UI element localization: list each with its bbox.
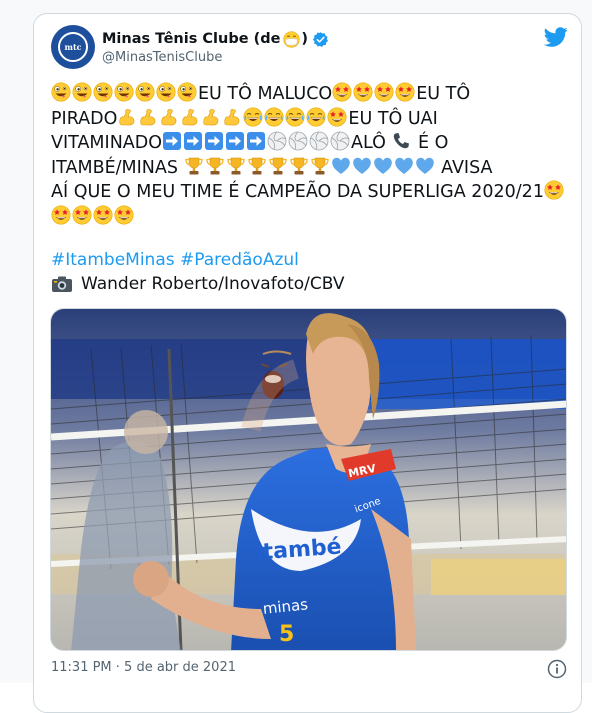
right-arrow-emoji-icon [204,131,224,151]
avatar[interactable]: mtc [51,25,95,69]
trophy-emoji-icon [268,156,288,176]
tweet-text-segment: ALÔ [351,133,386,153]
flexed-biceps-emoji-icon [138,107,158,127]
right-arrow-emoji-icon [162,131,182,151]
camera-icon [52,276,72,292]
joy-emoji-icon [306,107,326,127]
volleyball-player-photo: itambé minas 5 MRV icone [51,309,566,650]
tweet-text: EU TÔ MALUCO EU TÔ PIRADO EU TÔ UAI VITAMI… [51,82,566,229]
star-struck-emoji-icon [544,180,564,200]
zany-face-emoji-icon [93,82,113,102]
trophy-emoji-icon [226,156,246,176]
volleyball-emoji-icon [288,131,308,151]
volleyball-emoji-icon [309,131,329,151]
joy-emoji-icon [285,107,305,127]
tweet-text-segment: EU TÔ UAI [348,108,438,129]
blue-heart-emoji-icon [331,156,351,176]
star-struck-emoji-icon [72,205,92,225]
trophy-emoji-icon [289,156,309,176]
right-arrow-emoji-icon [246,131,266,151]
star-struck-emoji-icon [374,82,394,102]
flexed-biceps-emoji-icon [180,107,200,127]
star-struck-emoji-icon [332,82,352,102]
author-display-name[interactable]: Minas Tênis Clube (de [102,31,280,47]
photo-credit-text: Wander Roberto/Inovafoto/CBV [81,274,345,294]
flexed-biceps-emoji-icon [117,107,137,127]
star-struck-emoji-icon [114,205,134,225]
mask-face-emoji-icon [283,31,300,48]
avatar-logo: mtc [58,32,88,62]
hashtag-links[interactable]: #ItambeMinas #ParedãoAzul [51,250,299,270]
tweet-text-segment: EU TÔ [416,84,471,104]
tweet-text-segment: É O [418,133,449,153]
volleyball-emoji-icon [267,131,287,151]
star-struck-emoji-icon [51,205,71,225]
right-arrow-emoji-icon [225,131,245,151]
trophy-emoji-icon [310,156,330,176]
zany-face-emoji-icon [51,82,71,102]
tweet-text-segment: VITAMINADO [51,133,163,153]
author-name-row[interactable]: Minas Tênis Clube (de ) [102,28,329,50]
joy-emoji-icon [243,107,263,127]
tweet-photo[interactable]: itambé minas 5 MRV icone [50,308,567,651]
flexed-biceps-emoji-icon [201,107,221,127]
tweet-text-segment: ITAMBÉ/MINAS [51,157,178,178]
zany-face-emoji-icon [156,82,176,102]
tweet-text-segment: EU TÔ MALUCO [198,84,333,104]
tweet-text-segment: AÍ QUE O MEU TIME É CAMPEÃO DA SUPERLIGA… [51,182,544,202]
zany-face-emoji-icon [72,82,92,102]
blue-heart-emoji-icon [415,156,435,176]
blue-heart-emoji-icon [394,156,414,176]
twitter-bird-icon[interactable] [544,27,568,49]
flexed-biceps-emoji-icon [222,107,242,127]
jersey-number-text: 5 [279,622,294,647]
tweet-timestamp[interactable]: 11:31 PM · 5 de abr de 2021 [51,660,236,675]
volleyball-emoji-icon [330,131,350,151]
tweet-card[interactable]: mtc Minas Tênis Clube (de ) @MinasTenisC… [33,13,582,713]
zany-face-emoji-icon [177,82,197,102]
tweet-text-segment: PIRADO [51,108,118,129]
star-struck-emoji-icon [353,82,373,102]
star-struck-emoji-icon [93,205,113,225]
verified-badge-icon [313,31,329,47]
blue-heart-emoji-icon [352,156,372,176]
blue-heart-emoji-icon [373,156,393,176]
author-display-name-suffix: ) [301,31,309,47]
right-arrow-emoji-icon [183,131,203,151]
star-struck-emoji-icon [327,107,347,127]
joy-emoji-icon [264,107,284,127]
trophy-emoji-icon [247,156,267,176]
telephone-emoji-icon [391,131,411,151]
zany-face-emoji-icon [135,82,155,102]
star-struck-emoji-icon [395,82,415,102]
author-handle[interactable]: @MinasTenisClube [102,50,222,65]
flexed-biceps-emoji-icon [159,107,179,127]
trophy-emoji-icon [184,156,204,176]
photo-credit: Wander Roberto/Inovafoto/CBV [51,274,345,294]
tweet-text-segment: AVISA [441,157,493,178]
info-icon[interactable] [547,659,567,679]
trophy-emoji-icon [205,156,225,176]
zany-face-emoji-icon [114,82,134,102]
